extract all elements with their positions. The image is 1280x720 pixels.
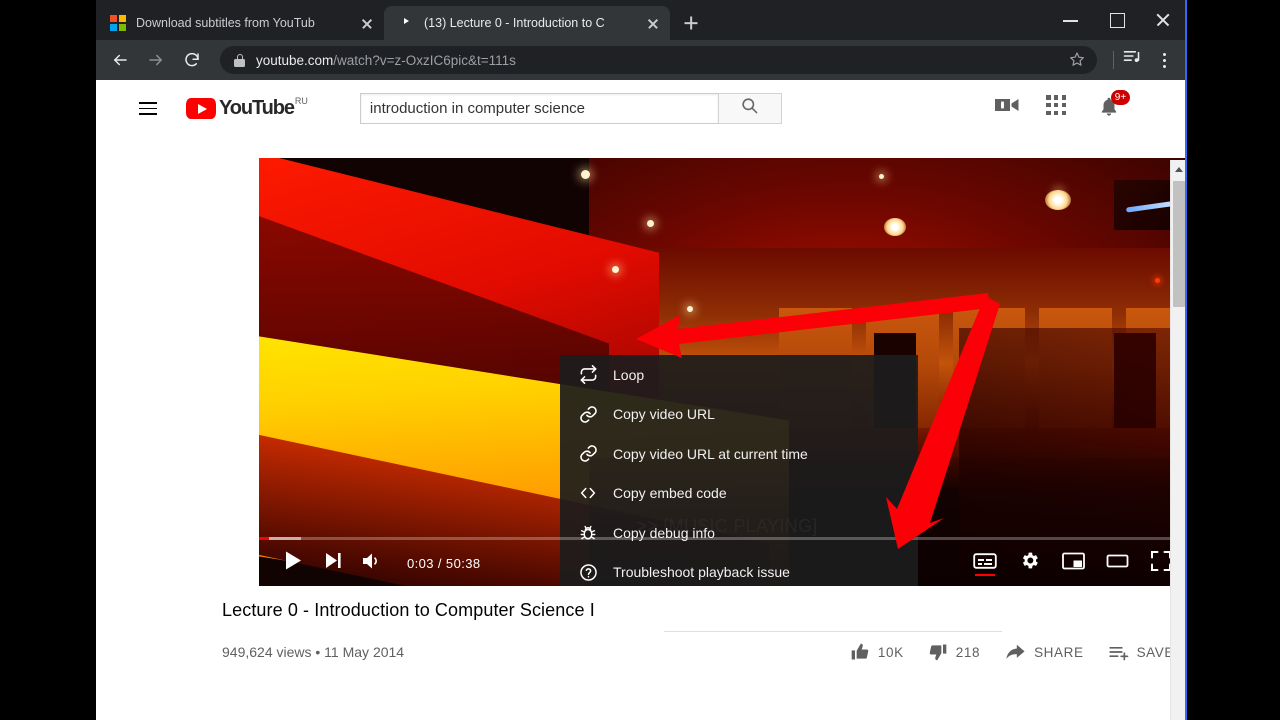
- player-controls: 0:03 / 50:38: [259, 540, 1186, 586]
- search-button[interactable]: [717, 92, 782, 124]
- screenshot-root: Download subtitles from YouTub (13) Lect…: [0, 0, 1280, 720]
- minimize-icon[interactable]: [1048, 0, 1094, 40]
- loop-icon: [574, 365, 602, 385]
- hamburger-icon[interactable]: [128, 88, 168, 128]
- search-icon: [740, 96, 759, 120]
- search-input[interactable]: introduction in computer science: [359, 92, 718, 124]
- youtube-country-code: RU: [294, 96, 308, 106]
- volume-icon: [362, 552, 384, 575]
- gear-icon: [1019, 550, 1040, 576]
- play-button[interactable]: [273, 543, 313, 583]
- dislike-button[interactable]: 218: [916, 635, 992, 669]
- browser-window: Download subtitles from YouTub (13) Lect…: [96, 0, 1186, 720]
- url-domain: youtube.com: [256, 52, 334, 68]
- video-actions: 10K 218 SHARE SAVE: [838, 635, 1186, 669]
- context-menu-label: Loop: [613, 366, 645, 383]
- close-icon[interactable]: [1140, 0, 1186, 40]
- toolbar-divider: [1113, 51, 1114, 69]
- time-display: 0:03 / 50:38: [407, 555, 481, 571]
- volume-button[interactable]: [353, 543, 393, 583]
- context-menu-label: Copy video URL: [613, 406, 715, 423]
- playlist-extension-icon[interactable]: [1122, 46, 1150, 74]
- star-icon[interactable]: [1069, 51, 1087, 69]
- tab-strip: Download subtitles from YouTub (13) Lect…: [96, 0, 1186, 40]
- video-meta: Lecture 0 - Introduction to Computer Sci…: [222, 600, 1186, 669]
- youtube-header: YouTube RU introduction in computer scie…: [96, 80, 1186, 136]
- save-label: SAVE: [1136, 644, 1174, 660]
- url-path: /watch?v=z-OxzIC6pic&t=111s: [333, 52, 516, 68]
- miniplayer-icon: [1061, 552, 1085, 575]
- theater-icon: [1106, 552, 1129, 575]
- context-menu-label: Copy video URL at current time: [613, 445, 808, 462]
- miniplayer-button[interactable]: [1053, 543, 1093, 583]
- page-title: Lecture 0 - Introduction to Computer Sci…: [222, 600, 595, 620]
- forward-arrow-icon[interactable]: [140, 44, 172, 76]
- new-tab-button[interactable]: [674, 6, 708, 40]
- youtube-icon: [398, 15, 414, 31]
- maximize-icon[interactable]: [1094, 0, 1140, 40]
- video-player[interactable]: >> [MUSIC PLAYING] Loop Copy video URL: [259, 158, 1186, 586]
- browser-toolbar: youtube.com/watch?v=z-OxzIC6pic&t=111s: [96, 40, 1186, 80]
- page-scrollbar[interactable]: [1170, 160, 1186, 720]
- next-icon: [325, 552, 342, 574]
- like-count: 10K: [877, 644, 904, 660]
- youtube-logo-text: YouTube: [219, 97, 295, 119]
- play-icon: [285, 551, 302, 575]
- reload-icon[interactable]: [176, 44, 208, 76]
- bell-icon[interactable]: 9+: [1098, 90, 1130, 121]
- context-menu-label: Copy embed code: [613, 485, 727, 502]
- tab-title: (13) Lecture 0 - Introduction to C: [424, 16, 605, 30]
- thumbs-up-icon: [850, 642, 870, 662]
- youtube-play-icon: [186, 98, 216, 119]
- create-video-icon[interactable]: [994, 95, 1020, 121]
- player-right-controls: [965, 543, 1181, 583]
- browser-tab-2[interactable]: (13) Lecture 0 - Introduction to C: [384, 6, 670, 40]
- window-controls: [1048, 0, 1186, 40]
- address-bar[interactable]: youtube.com/watch?v=z-OxzIC6pic&t=111s: [220, 46, 1097, 74]
- scrollbar-thumb[interactable]: [1173, 181, 1185, 307]
- browser-tab-1[interactable]: Download subtitles from YouTub: [96, 6, 384, 40]
- captions-icon: [973, 552, 997, 575]
- youtube-page: YouTube RU introduction in computer scie…: [96, 80, 1186, 720]
- tab-title: Download subtitles from YouTub: [136, 16, 315, 30]
- lock-icon: [234, 53, 245, 67]
- share-button[interactable]: SHARE: [992, 635, 1096, 669]
- actions-divider: [664, 631, 1002, 632]
- close-icon[interactable]: [642, 12, 664, 34]
- link-icon: [574, 405, 602, 424]
- notification-badge: 9+: [1111, 90, 1130, 105]
- dislike-count: 218: [955, 644, 981, 660]
- settings-button[interactable]: [1009, 543, 1049, 583]
- header-icons: 9+: [994, 90, 1130, 121]
- close-icon[interactable]: [356, 12, 378, 34]
- window-edge: [1185, 0, 1187, 720]
- microsoft-squares-icon: [110, 15, 126, 31]
- video-stats-row: 949,624 views • 11 May 2014 10K 218 SHAR…: [222, 635, 1186, 669]
- code-brackets-icon: [574, 484, 602, 502]
- captions-active-indicator: [975, 573, 995, 576]
- save-playlist-icon: [1108, 642, 1129, 662]
- thumbs-down-icon: [928, 642, 948, 662]
- share-label: SHARE: [1034, 644, 1084, 660]
- context-menu-item-loop[interactable]: Loop: [560, 355, 918, 395]
- back-arrow-icon[interactable]: [104, 44, 136, 76]
- link-icon: [574, 444, 602, 463]
- share-icon: [1004, 642, 1026, 662]
- context-menu-item-copy-video-url-at-time[interactable]: Copy video URL at current time: [560, 434, 918, 474]
- context-menu-item-copy-embed-code[interactable]: Copy embed code: [560, 474, 918, 514]
- search-container: introduction in computer science: [359, 92, 782, 124]
- theater-button[interactable]: [1097, 543, 1137, 583]
- context-menu-item-copy-video-url[interactable]: Copy video URL: [560, 395, 918, 435]
- youtube-apps-icon[interactable]: [1046, 95, 1072, 121]
- kebab-menu-icon[interactable]: [1150, 46, 1178, 74]
- view-count: 949,624 views • 11 May 2014: [222, 644, 405, 660]
- subtitles-button[interactable]: [965, 543, 1005, 583]
- youtube-logo[interactable]: YouTube RU: [186, 96, 308, 120]
- fullscreen-icon: [1151, 550, 1171, 576]
- like-button[interactable]: 10K: [838, 635, 916, 669]
- next-button[interactable]: [313, 543, 353, 583]
- scroll-up-arrow-icon[interactable]: [1171, 160, 1186, 177]
